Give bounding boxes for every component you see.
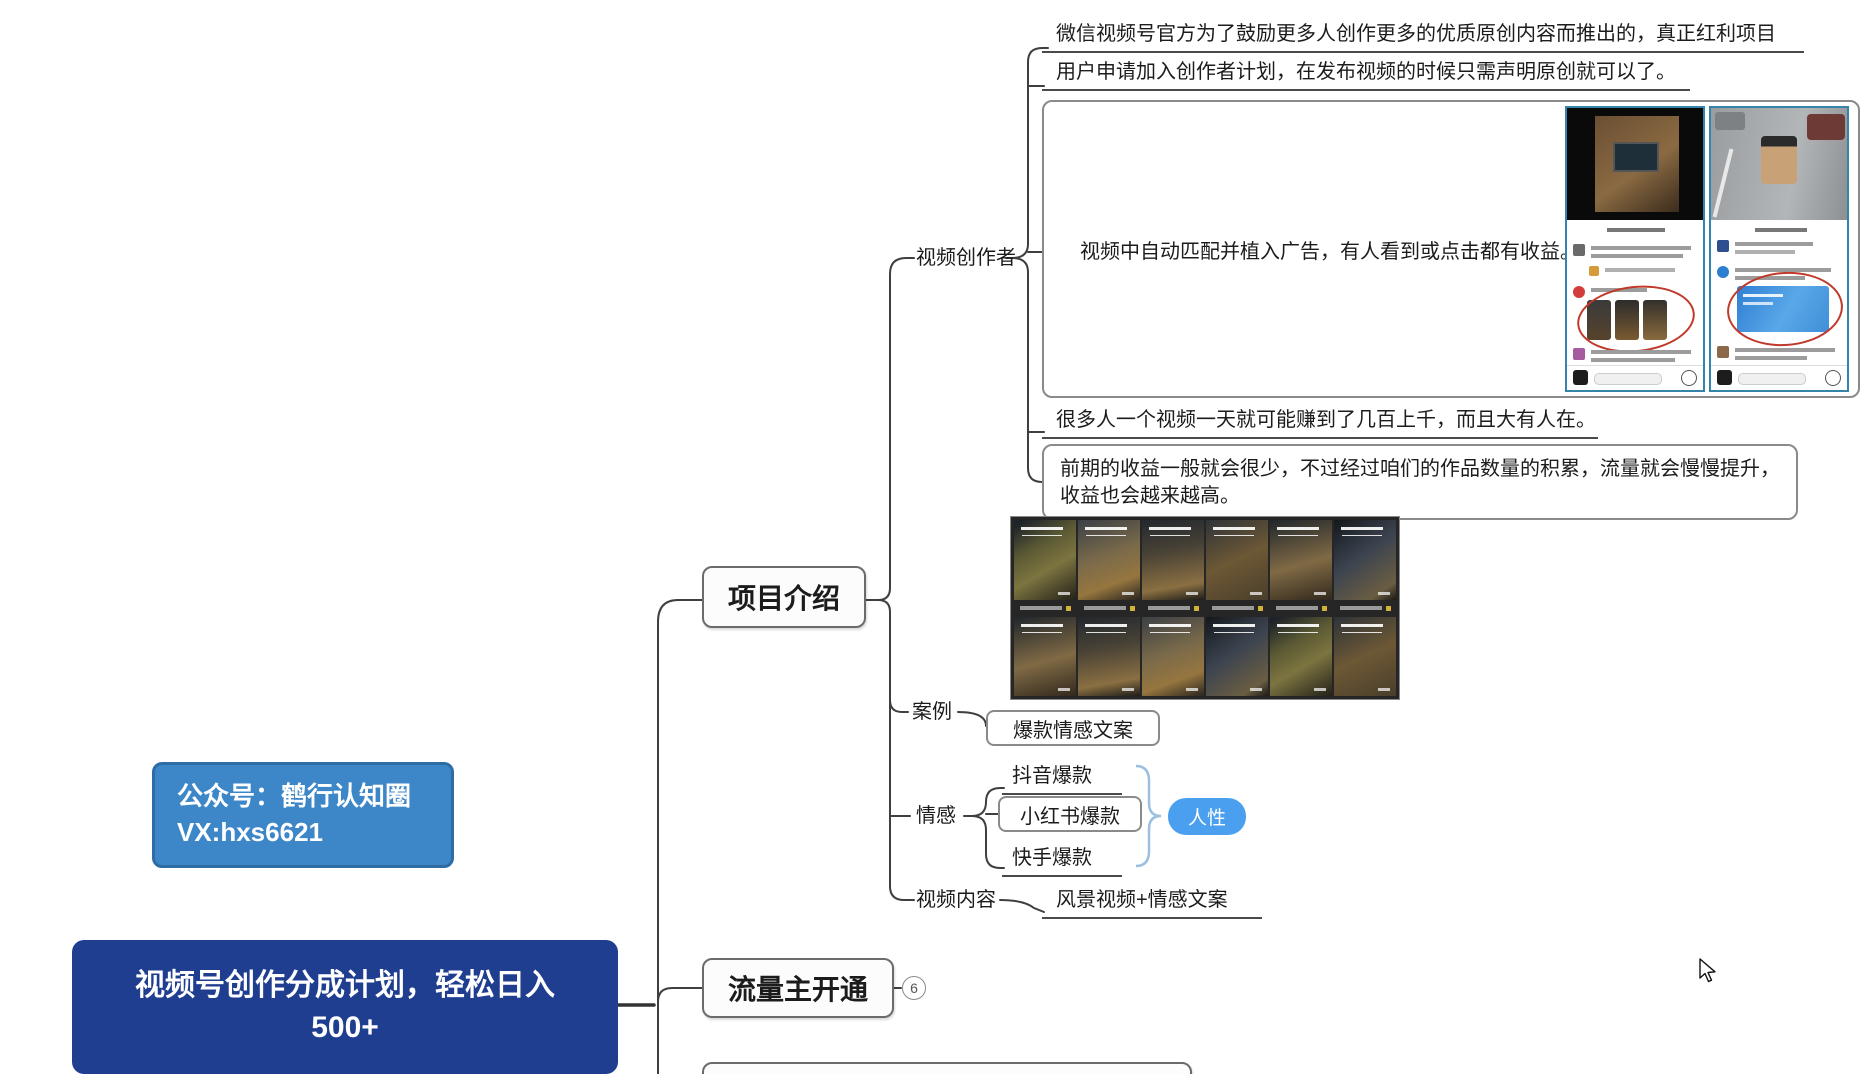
video-thumb — [1334, 520, 1396, 600]
video-caption — [1014, 602, 1076, 615]
branch-emotion[interactable]: 情感 — [916, 804, 956, 828]
early-income-line2: 收益也会越来越高。 — [1060, 483, 1780, 510]
video-thumb — [1334, 617, 1396, 696]
topic-hot-emotional-copy[interactable]: 爆款情感文案 — [986, 710, 1160, 746]
wechat-comments-screenshot-right[interactable] — [1709, 106, 1849, 392]
wechat-comments-screenshot-left[interactable] — [1565, 106, 1705, 392]
red-circle-annotation — [1725, 268, 1846, 350]
comment-input-bar — [1567, 365, 1703, 390]
video-thumb — [1270, 520, 1332, 600]
video-thumb — [1206, 617, 1268, 696]
video-frame-dark — [1567, 108, 1703, 220]
promo-contact-box: 公众号：鹤行认知圈 VX:hxs6621 — [152, 762, 454, 868]
root-title-line1: 视频号创作分成计划，轻松日入 — [135, 965, 555, 1007]
topic-xiaohongshu-hot[interactable]: 小红书爆款 — [998, 796, 1142, 832]
promo-line1: 公众号：鹤行认知圈 — [177, 778, 429, 814]
video-thumbnails-grid-image[interactable] — [1010, 516, 1400, 700]
video-thumb — [1270, 617, 1332, 696]
callout-human-nature[interactable]: 人性 — [1168, 798, 1246, 835]
root-title-line2: 500+ — [311, 1007, 379, 1049]
early-income-line1: 前期的收益一般就会很少，不过经过咱们的作品数量的积累，流量就会慢慢提升， — [1060, 456, 1780, 483]
root-topic-title[interactable]: 视频号创作分成计划，轻松日入 500+ — [72, 940, 618, 1074]
topic-daily-earning[interactable]: 很多人一个视频一天就可能赚到了几百上千，而且大有人在。 — [1042, 406, 1598, 439]
video-thumb — [1014, 617, 1076, 696]
branch-video-creator[interactable]: 视频创作者 — [916, 246, 1016, 270]
video-thumb — [1078, 617, 1140, 696]
video-frame-street — [1711, 108, 1847, 220]
video-caption — [1334, 602, 1396, 615]
branch-video-content[interactable]: 视频内容 — [916, 888, 996, 912]
mindmap-canvas: 微信视频号官方为了鼓励更多人创作更多的优质原创内容而推出的，真正红利项目 用户申… — [0, 0, 1868, 1074]
video-thumb — [1206, 520, 1268, 600]
topic-apply-creator-plan[interactable]: 用户申请加入创作者计划，在发布视频的时候只需声明原创就可以了。 — [1042, 58, 1690, 91]
topic-ad-revenue-box[interactable]: 视频中自动匹配并植入广告，有人看到或点击都有收益。 — [1042, 100, 1860, 398]
video-caption — [1270, 602, 1332, 615]
branch-case[interactable]: 案例 — [912, 700, 952, 724]
promo-line2: VX:hxs6621 — [177, 814, 429, 850]
node-project-intro[interactable]: 项目介绍 — [702, 566, 866, 628]
node-traffic-master[interactable]: 流量主开通 — [702, 958, 894, 1018]
video-thumb — [1142, 617, 1204, 696]
video-thumb — [1142, 520, 1204, 600]
topic-kuaishou-hot[interactable]: 快手爆款 — [1002, 844, 1122, 877]
video-thumb — [1014, 520, 1076, 600]
topic-scenery-plus-copy[interactable]: 风景视频+情感文案 — [1042, 886, 1262, 919]
video-caption — [1078, 602, 1140, 615]
topic-early-income-box[interactable]: 前期的收益一般就会很少，不过经过咱们的作品数量的积累，流量就会慢慢提升， 收益也… — [1042, 444, 1798, 520]
video-caption — [1142, 602, 1204, 615]
mouse-cursor-icon — [1698, 958, 1720, 984]
video-thumb — [1078, 520, 1140, 600]
topic-ad-revenue-text: 视频中自动匹配并植入广告，有人看到或点击都有收益。 — [1080, 240, 1580, 264]
video-caption — [1206, 602, 1268, 615]
topic-official-bonus[interactable]: 微信视频号官方为了鼓励更多人创作更多的优质原创内容而推出的，真正红利项目 — [1042, 20, 1804, 53]
comment-input-bar — [1711, 365, 1847, 390]
numbered-badge-6[interactable]: 6 — [902, 976, 926, 1000]
node-bottom-partial[interactable] — [702, 1062, 1192, 1074]
topic-douyin-hot[interactable]: 抖音爆款 — [1002, 762, 1122, 795]
